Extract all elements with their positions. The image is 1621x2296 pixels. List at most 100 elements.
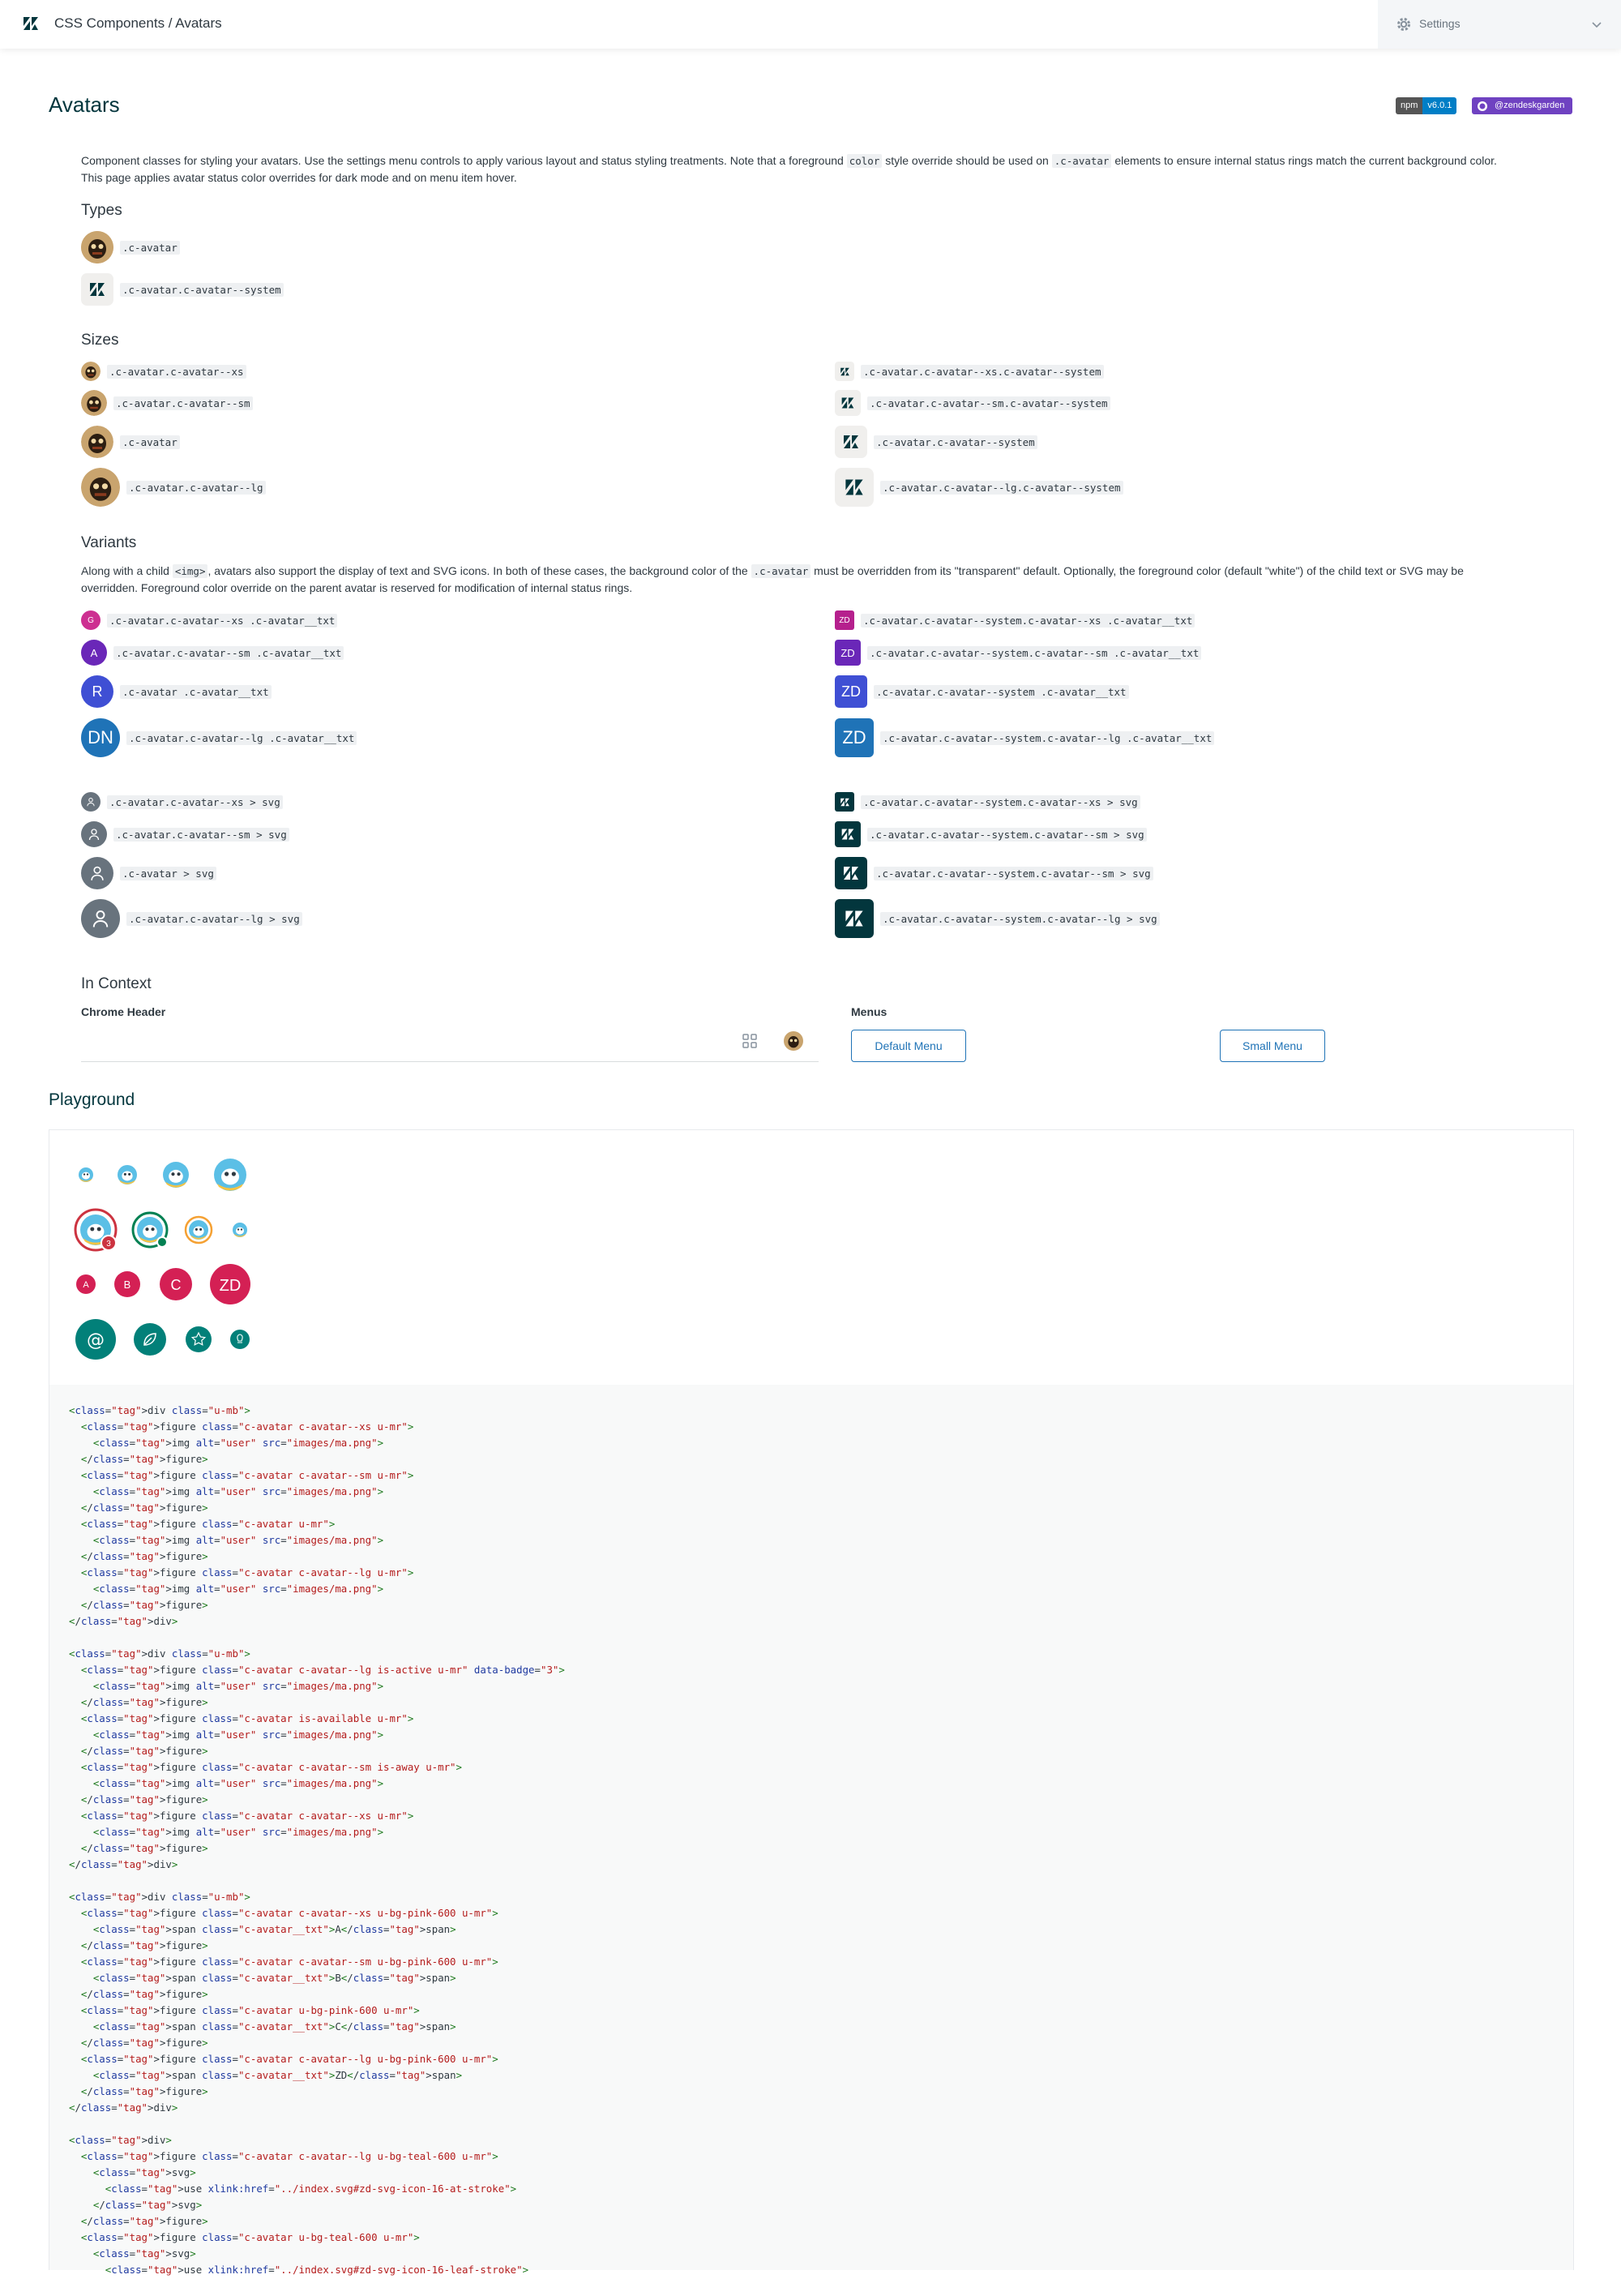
bird-avatar-row <box>79 1159 246 1191</box>
breadcrumb[interactable]: CSS Components / Avatars <box>54 15 222 32</box>
user-icon <box>88 829 100 841</box>
system-icon-avatar <box>835 821 861 847</box>
types-heading: Types <box>81 202 122 219</box>
letter-avatar-lg-label: ZD <box>220 1277 242 1295</box>
chrome-header-demo <box>81 1025 819 1062</box>
small-menu-button[interactable]: Small Menu <box>1220 1030 1325 1062</box>
github-badge[interactable]: @zendeskgarden <box>1472 97 1573 114</box>
variants-heading: Variants <box>81 534 137 551</box>
variant-code: .c-avatar.c-avatar--system .c-avatar__tx… <box>874 684 1129 699</box>
system-icon-avatar <box>835 857 867 889</box>
text-avatar-row: G .c-avatar.c-avatar--xs .c-avatar__txt <box>81 610 338 630</box>
user-face-icon <box>81 231 113 263</box>
variants-text-d: overridden. Foreground color override on… <box>81 581 633 594</box>
intro-text-p2: This page applies avatar status color ov… <box>81 171 517 184</box>
system-svg-avatar-row: .c-avatar.c-avatar--system.c-avatar--sm … <box>835 857 1153 889</box>
user-icon <box>92 910 109 927</box>
user-icon <box>87 798 95 807</box>
variant-code: .c-avatar.c-avatar--xs > svg <box>107 795 283 809</box>
user-avatar <box>81 362 101 381</box>
variant-code: .c-avatar.c-avatar--system.c-avatar--lg … <box>880 730 1215 745</box>
intro-code-avatar: .c-avatar <box>1051 154 1112 168</box>
system-svg-avatar-row: .c-avatar.c-avatar--system.c-avatar--xs … <box>835 792 1140 812</box>
user-icon-avatar <box>81 821 107 847</box>
user-face-icon <box>81 362 101 381</box>
size-code: .c-avatar.c-avatar--xs <box>107 364 246 379</box>
playground-heading: Playground <box>49 1090 135 1109</box>
product-tray-icon[interactable] <box>742 1033 758 1049</box>
top-header: CSS Components / Avatars Settings <box>0 0 1621 49</box>
avatar-initials: A <box>90 646 98 659</box>
svg-avatar-row: .c-avatar.c-avatar--sm > svg <box>81 821 289 847</box>
user-icon-avatar <box>81 792 101 812</box>
user-avatar <box>81 426 113 458</box>
system-text-avatar-row: ZD .c-avatar.c-avatar--system.c-avatar--s… <box>835 640 1202 666</box>
system-avatar <box>835 426 867 458</box>
npm-badge-version: v6.0.1 <box>1422 97 1457 114</box>
zendesk-logo-icon <box>840 798 849 806</box>
size-code: .c-avatar.c-avatar--system <box>874 435 1037 449</box>
variant-code: .c-avatar.c-avatar--system.c-avatar--xs … <box>861 613 1195 628</box>
system-text-avatar: ZD <box>835 610 854 630</box>
header-user-avatar[interactable] <box>784 1031 803 1051</box>
bird-avatar-xs <box>79 1167 93 1182</box>
intro-text-b: style override should be used on <box>885 154 1049 167</box>
variants-text-a: Along with a child <box>81 564 169 577</box>
count-badge-label: 3 <box>106 1240 111 1249</box>
npm-version-badge[interactable]: npm v6.0.1 <box>1396 97 1457 114</box>
zendesk-logo-icon <box>840 367 849 375</box>
system-svg-avatar-row: .c-avatar.c-avatar--system.c-avatar--sm … <box>835 821 1147 847</box>
user-face-icon <box>81 390 107 416</box>
sizes-heading: Sizes <box>81 332 119 349</box>
default-menu-button[interactable]: Default Menu <box>851 1030 966 1062</box>
user-avatar <box>81 468 120 507</box>
variant-code: .c-avatar.c-avatar--xs .c-avatar__txt <box>107 613 338 628</box>
intro-text: Component classes for styling your avata… <box>81 152 1572 186</box>
system-size-row: .c-avatar.c-avatar--xs.c-avatar--system <box>835 362 1104 381</box>
zendesk-logo-icon[interactable] <box>22 15 40 32</box>
in-context-heading: In Context <box>81 975 152 992</box>
zendesk-logo-icon <box>845 479 863 495</box>
user-avatar <box>81 390 107 416</box>
settings-label: Settings <box>1419 17 1461 30</box>
avatar-initials: ZD <box>839 615 850 625</box>
bird-avatar <box>163 1162 189 1188</box>
system-text-avatar: ZD <box>835 640 861 666</box>
text-avatar-row: R .c-avatar .c-avatar__txt <box>81 675 272 708</box>
variant-code: .c-avatar.c-avatar--system.c-avatar--lg … <box>880 911 1160 926</box>
zendesk-logo-icon <box>90 283 105 296</box>
icon-avatar-row: @ <box>75 1319 250 1360</box>
chrome-header-label: Chrome Header <box>81 1005 166 1018</box>
chevron-down-icon <box>1592 22 1602 28</box>
avatar-initials: DN <box>88 727 113 747</box>
type-code: .c-avatar <box>120 240 180 255</box>
away-bird-avatar <box>189 1220 208 1240</box>
system-avatar <box>835 468 874 507</box>
letter-avatar-row: A B C ZD <box>76 1264 250 1304</box>
variant-code: .c-avatar.c-avatar--sm .c-avatar__txt <box>113 645 344 660</box>
size-row: .c-avatar.c-avatar--lg <box>81 468 266 507</box>
playground-code[interactable]: <class="tag">div class="u-mb"> <class="t… <box>49 1385 1574 2276</box>
user-face-icon <box>81 426 113 458</box>
variant-code: .c-avatar.c-avatar--lg .c-avatar__txt <box>126 730 357 745</box>
size-row: .c-avatar <box>81 426 180 458</box>
system-avatar <box>81 273 113 306</box>
type-row-avatar: .c-avatar <box>81 231 180 263</box>
github-icon <box>1478 101 1487 111</box>
settings-menu[interactable]: Settings <box>1378 0 1621 49</box>
text-avatar-row: DN .c-avatar.c-avatar--lg .c-avatar__txt <box>81 718 357 757</box>
letter-avatar-sm-label: B <box>124 1279 131 1291</box>
gear-icon <box>1397 18 1410 31</box>
intro-code-color: color <box>846 154 883 168</box>
avatar-initials: ZD <box>840 646 855 659</box>
variant-code: .c-avatar.c-avatar--system.c-avatar--sm … <box>874 866 1153 880</box>
zendesk-logo-icon <box>841 397 854 409</box>
text-avatar: DN <box>81 718 120 757</box>
svg-avatar-row: .c-avatar > svg <box>81 857 216 889</box>
avatar-initials: ZD <box>841 683 861 700</box>
zendesk-logo-icon <box>845 910 863 927</box>
size-code: .c-avatar.c-avatar--sm <box>113 396 253 410</box>
variant-code: .c-avatar.c-avatar--system.c-avatar--xs … <box>861 795 1140 809</box>
avatar-initials: R <box>92 683 103 700</box>
svg-avatar-row: .c-avatar.c-avatar--xs > svg <box>81 792 283 812</box>
